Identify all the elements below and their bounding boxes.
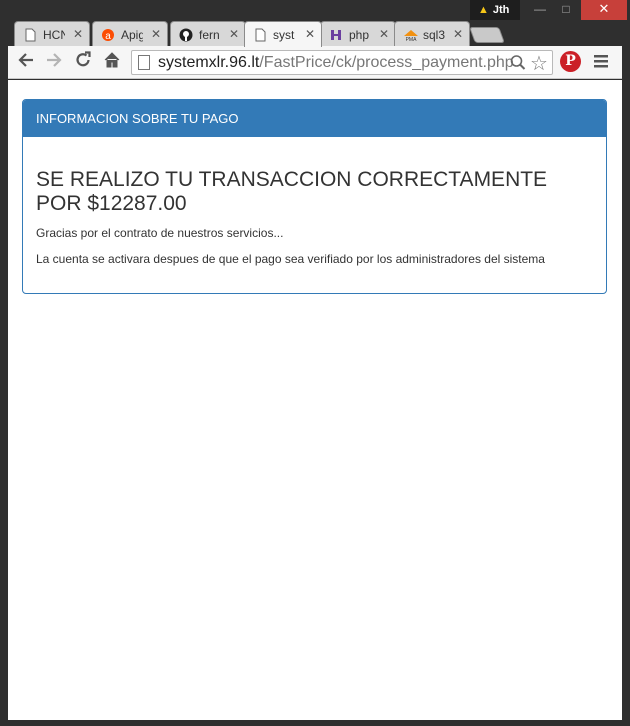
- tab-close-icon[interactable]: ✕: [379, 27, 389, 41]
- browser-window: ▲Jth — □ ✕ HCN ✕ a Apig ✕: [0, 0, 630, 726]
- close-window-button[interactable]: ✕: [581, 0, 627, 20]
- tab-label: fern: [199, 27, 220, 42]
- browser-toolbar: systemxlr.96.lt/FastPrice/ck/process_pay…: [8, 46, 622, 79]
- tab-label: sql3: [423, 27, 445, 42]
- document-icon: [23, 28, 37, 42]
- tab-label: php: [349, 27, 370, 42]
- page-icon: [138, 55, 150, 70]
- thanks-message: Gracias por el contrato de nuestros serv…: [36, 226, 284, 240]
- tab-strip: HCN ✕ a Apig ✕ fern ✕ sy: [14, 21, 534, 47]
- panel-heading: INFORMACION SOBRE TU PAGO: [23, 100, 606, 137]
- tab-label: Apig: [121, 27, 143, 42]
- title-bar: ▲Jth — □ ✕ HCN ✕ a Apig ✕: [0, 0, 630, 47]
- profile-badge[interactable]: ▲ Jth: [470, 0, 520, 20]
- profile-name: Jth: [492, 4, 510, 16]
- transaction-success-title: SE REALIZO TU TRANSACCION CORRECTAMENTE …: [36, 168, 548, 215]
- tab-systemxlr[interactable]: syst ✕: [244, 21, 322, 47]
- panel-body: SE REALIZO TU TRANSACCION CORRECTAMENTE …: [23, 137, 606, 268]
- new-tab-button[interactable]: [469, 27, 505, 43]
- url-path: /FastPrice/ck/process_payment.php: [259, 54, 514, 71]
- tab-label: HCN: [43, 27, 65, 42]
- tab-hcn[interactable]: HCN ✕: [14, 21, 90, 47]
- payment-info-panel: INFORMACION SOBRE TU PAGO SE REALIZO TU …: [22, 99, 607, 294]
- tab-php[interactable]: php ✕: [320, 21, 396, 47]
- github-icon: [179, 28, 193, 42]
- tab-phpmyadmin[interactable]: PMA sql3 ✕: [394, 21, 470, 47]
- menu-icon[interactable]: [593, 50, 609, 77]
- page-content: INFORMACION SOBRE TU PAGO SE REALIZO TU …: [8, 80, 622, 720]
- maximize-button[interactable]: □: [553, 0, 579, 20]
- url-host: systemxlr.96.lt: [158, 54, 260, 71]
- activation-note: La cuenta se activara despues de que el …: [36, 252, 545, 266]
- url-text[interactable]: systemxlr.96.lt/FastPrice/ck/process_pay…: [158, 54, 514, 72]
- php-icon: [329, 28, 343, 42]
- home-icon[interactable]: [100, 51, 124, 73]
- tab-label: syst: [273, 27, 295, 42]
- pinterest-icon[interactable]: P: [560, 51, 581, 72]
- tab-close-icon[interactable]: ✕: [229, 27, 239, 41]
- svg-text:PMA: PMA: [406, 37, 418, 42]
- phpmyadmin-icon: PMA: [403, 28, 418, 43]
- tab-close-icon[interactable]: ✕: [151, 27, 161, 41]
- apigee-icon: a: [101, 28, 115, 42]
- address-bar[interactable]: systemxlr.96.lt/FastPrice/ck/process_pay…: [131, 50, 553, 75]
- tab-apigee[interactable]: a Apig ✕: [92, 21, 168, 47]
- reload-icon[interactable]: [71, 51, 95, 73]
- document-icon: [253, 28, 267, 42]
- forward-arrow-icon[interactable]: [42, 51, 66, 73]
- minimize-button[interactable]: —: [527, 0, 553, 20]
- warning-icon: ▲: [478, 4, 489, 16]
- tab-close-icon[interactable]: ✕: [305, 27, 315, 41]
- svg-text:a: a: [105, 31, 111, 42]
- bookmark-star-icon[interactable]: ☆: [530, 51, 548, 76]
- tab-close-icon[interactable]: ✕: [453, 27, 463, 41]
- tab-close-icon[interactable]: ✕: [73, 27, 83, 41]
- zoom-icon[interactable]: [510, 53, 526, 76]
- tab-github[interactable]: fern ✕: [170, 21, 246, 47]
- back-arrow-icon[interactable]: [14, 51, 38, 73]
